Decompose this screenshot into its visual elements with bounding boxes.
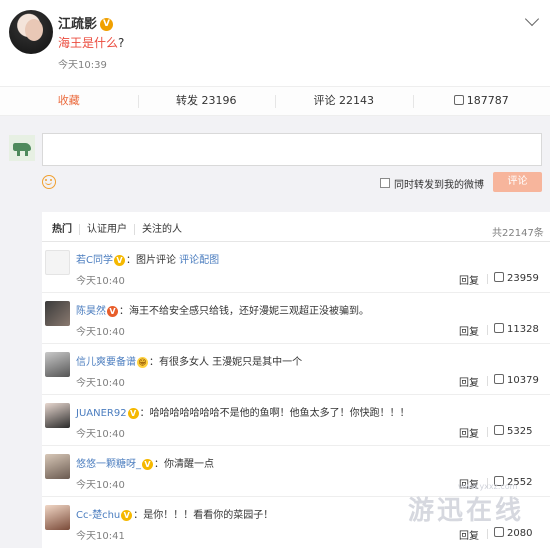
- commenter-avatar[interactable]: [45, 505, 70, 530]
- comment-time[interactable]: 今天10:40: [76, 323, 125, 338]
- tab-following[interactable]: 关注的人: [134, 223, 189, 235]
- current-user-avatar[interactable]: [9, 135, 35, 161]
- commenter-name[interactable]: 悠悠一颗糖呀_: [76, 459, 141, 470]
- post-action-bar: 收藏 转发 23196 评论 22143 187787: [0, 86, 550, 116]
- thumb-up-icon: [494, 323, 504, 333]
- commenter-avatar[interactable]: [45, 301, 70, 326]
- comment-text: 有很多女人 王漫妮只是其中一个: [159, 357, 303, 368]
- comment-content: JUANER92 V ：哈哈哈哈哈哈哈不是他的鱼啊！他鱼太多了！你快跑！！！: [76, 407, 410, 419]
- divider: [487, 427, 488, 437]
- comment-row: JUANER92 V ：哈哈哈哈哈哈哈不是他的鱼啊！他鱼太多了！你快跑！！！ 今天1…: [42, 395, 550, 446]
- commenter-name[interactable]: Cc-楚chu: [76, 510, 120, 521]
- comment-row: 陈昊然 V ：海王不给安全感只给钱，还好漫妮三观超正没被骗到。 今天10:40 回复…: [42, 293, 550, 344]
- comment-total: 共22147条: [492, 228, 544, 239]
- comment-text: 哈哈哈哈哈哈哈不是他的鱼啊！他鱼太多了！你快跑！！！: [149, 408, 410, 419]
- reply-button[interactable]: 回复: [459, 272, 479, 287]
- post-text-rest: ?: [118, 36, 125, 50]
- commenter-name[interactable]: 若C同学: [76, 255, 113, 266]
- comment-like-count: 23959: [507, 273, 539, 284]
- verified-icon: V: [142, 458, 153, 470]
- reply-button[interactable]: 回复: [459, 527, 479, 542]
- divider: [487, 529, 488, 539]
- verified-icon: V: [100, 18, 114, 31]
- thumb-up-icon: [494, 527, 504, 537]
- verified-icon: V: [127, 407, 139, 419]
- post-time[interactable]: 今天10:39: [58, 56, 107, 71]
- comment-content: 悠悠一颗糖呀_ V ：你清醒一点: [76, 458, 214, 470]
- comment-like-count: 10379: [507, 375, 539, 386]
- comment-time[interactable]: 今天10:40: [76, 272, 125, 287]
- commenter-avatar[interactable]: [45, 352, 70, 377]
- comment-like-count: 2080: [507, 528, 533, 539]
- reply-button[interactable]: 回复: [459, 374, 479, 389]
- comment-row: 信儿爽要备谱 😁 ：有很多女人 王漫妮只是其中一个 今天10:40 回复 10379: [42, 344, 550, 395]
- comment-text: 海王不给安全感只给钱，还好漫妮三观超正没被骗到。: [129, 306, 369, 317]
- tab-hot[interactable]: 热门: [42, 224, 79, 235]
- author-avatar[interactable]: [9, 10, 53, 54]
- tab-verified-users[interactable]: 认证用户: [79, 223, 134, 235]
- repost-checkbox-label[interactable]: 同时转发到我的微博: [394, 176, 484, 191]
- comment-text: 图片评论: [135, 255, 180, 266]
- post-text: 海王是什么?: [58, 34, 124, 51]
- comment-time[interactable]: 今天10:40: [76, 425, 125, 440]
- verified-icon: V: [121, 509, 133, 521]
- submit-comment-button[interactable]: 评论: [493, 172, 542, 192]
- comment-button[interactable]: 评论 22143: [275, 87, 413, 115]
- comment-content: Cc-楚chu V ：是你！！！看看你的菜园子！: [76, 509, 274, 521]
- comment-like-count: 11328: [507, 324, 539, 335]
- thumb-up-icon: [453, 95, 464, 105]
- commenter-avatar[interactable]: [45, 403, 70, 428]
- comment-image-link[interactable]: 评论配图: [179, 255, 219, 266]
- thumb-up-icon: [494, 272, 504, 282]
- reply-button[interactable]: 回复: [459, 425, 479, 440]
- comment-content: 若C同学 V ：图片评论 评论配图: [76, 254, 220, 266]
- post-topic[interactable]: 海王是什么: [58, 36, 118, 50]
- verified-icon: V: [113, 254, 125, 266]
- comment-input[interactable]: [42, 133, 542, 166]
- weibo-post: 江疏影 V 海王是什么? 今天10:39: [0, 0, 550, 86]
- like-button[interactable]: 187787: [412, 87, 550, 115]
- grin-emoji-icon: 😁: [137, 356, 148, 368]
- comment-text: 你清醒一点: [164, 459, 214, 470]
- commenter-avatar[interactable]: [45, 454, 70, 479]
- comment-time[interactable]: 今天10:40: [76, 476, 125, 491]
- divider: [487, 325, 488, 335]
- commenter-name[interactable]: JUANER92: [76, 408, 127, 419]
- comment-like-count: 5325: [507, 426, 533, 437]
- verified-icon: V: [107, 305, 118, 317]
- like-count: 187787: [466, 94, 509, 107]
- comment-like-button[interactable]: 5325: [494, 425, 532, 437]
- comment-text: 是你！！！看看你的菜园子！: [143, 510, 274, 521]
- comment-content: 陈昊然 V ：海王不给安全感只给钱，还好漫妮三观超正没被骗到。: [76, 305, 369, 317]
- emoji-icon[interactable]: [42, 175, 56, 189]
- comment-content: 信儿爽要备谱 😁 ：有很多女人 王漫妮只是其中一个: [76, 356, 303, 368]
- thumb-up-icon: [494, 425, 504, 435]
- thumb-up-icon: [494, 374, 504, 384]
- commenter-name[interactable]: 信儿爽要备谱: [76, 357, 136, 368]
- divider: [487, 376, 488, 386]
- author-name[interactable]: 江疏影 V: [58, 13, 114, 32]
- author-name-text[interactable]: 江疏影: [58, 17, 97, 32]
- commenter-avatar[interactable]: [45, 250, 70, 275]
- watermark-logo: 游迅在线: [408, 496, 525, 526]
- comment-like-button[interactable]: 2080: [494, 527, 532, 539]
- comment-like-button[interactable]: 11328: [494, 323, 539, 335]
- reply-button[interactable]: 回复: [459, 323, 479, 338]
- comment-time[interactable]: 今天10:40: [76, 374, 125, 389]
- comment-time[interactable]: 今天10:41: [76, 527, 125, 542]
- divider: [487, 274, 488, 284]
- favorite-button[interactable]: 收藏: [0, 87, 138, 115]
- comment-like-button[interactable]: 10379: [494, 374, 539, 386]
- chevron-down-icon[interactable]: [524, 11, 540, 27]
- comment-filter-tabs: 热门 认证用户 关注的人: [42, 218, 189, 240]
- comment-like-button[interactable]: 23959: [494, 272, 539, 284]
- commenter-name[interactable]: 陈昊然: [76, 306, 106, 317]
- repost-checkbox[interactable]: [380, 178, 390, 188]
- comment-row: 若C同学 V ：图片评论 评论配图 今天10:40 回复 23959: [42, 242, 550, 293]
- repost-button[interactable]: 转发 23196: [137, 87, 276, 115]
